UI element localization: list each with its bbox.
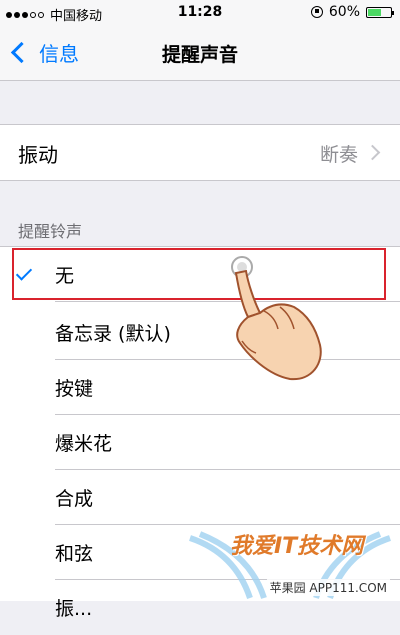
page-title: 提醒声音 [161,44,238,66]
watermark-site: 苹果园 APP111.COM [266,579,390,596]
section-header: 提醒铃声 [18,222,83,241]
battery-percent: 60% [328,4,360,20]
vibration-row[interactable]: 振动 断奏 [0,124,400,181]
vibration-label: 振动 [18,143,58,167]
chevron-right-icon [364,144,381,161]
navigation-bar: 信息 提醒声音 [0,26,400,81]
list-item-label: 和弦 [55,543,94,565]
list-item-keys[interactable]: 按键 [0,360,400,415]
list-item-label: 备忘录 (默认) [55,323,171,345]
battery-icon [366,6,394,18]
status-right: 60% [310,4,394,20]
watermark: 我爱IT技术网 苹果园 APP111.COM [180,528,400,600]
list-item-label: 爆米花 [55,433,113,455]
vibration-value: 断奏 [319,144,358,166]
watermark-title: 我爱IT技术网 [230,534,364,559]
list-item-label: 振... [55,598,93,620]
rotation-lock-icon [310,6,323,18]
status-bar: 中国移动 11:28 60% [0,0,400,26]
battery-fill [368,8,382,16]
list-item-label: 按键 [55,378,94,400]
hand-pointer-icon [231,256,322,381]
list-item-popcorn[interactable]: 爆米花 [0,415,400,470]
list-item-label: 合成 [55,488,94,510]
list-item-synth[interactable]: 合成 [0,470,400,525]
list-item-note[interactable]: 备忘录 (默认) [0,305,400,360]
